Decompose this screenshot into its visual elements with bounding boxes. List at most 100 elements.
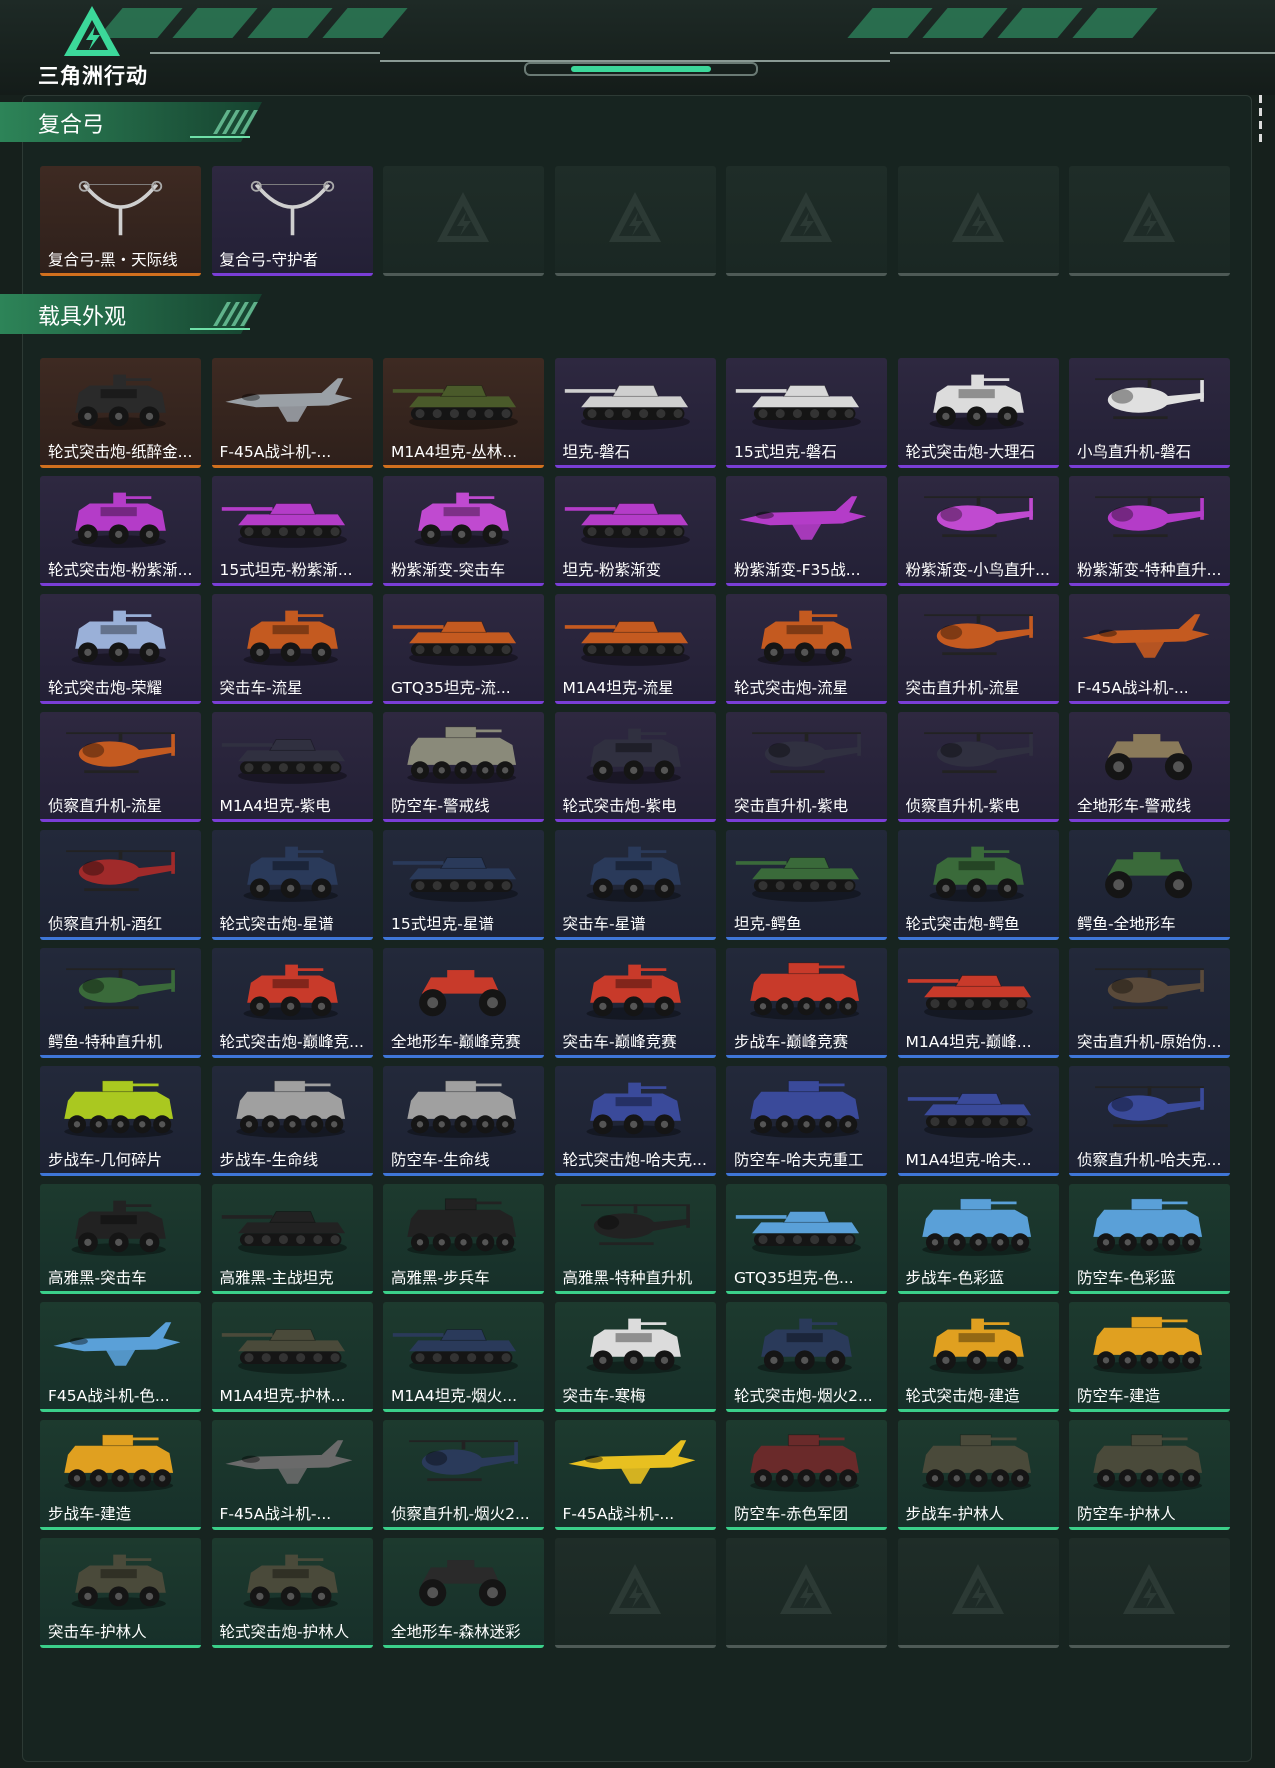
armored-car-icon <box>243 964 338 1020</box>
item-card[interactable]: 防空车-警戒线 <box>383 712 544 822</box>
item-card[interactable]: 坦克-磐石 <box>554 358 716 468</box>
item-card[interactable]: 防空车-建造 <box>1069 1302 1230 1412</box>
tank-icon <box>392 385 518 430</box>
item-card[interactable]: F45A战斗机-色... <box>40 1302 201 1412</box>
app-title: 三角洲行动 <box>38 64 148 88</box>
item-card[interactable]: 防空车-赤色军团 <box>726 1420 887 1530</box>
item-card[interactable]: 高雅黑-特种直升机 <box>554 1184 716 1294</box>
apc-icon <box>1093 1316 1203 1374</box>
item-card[interactable]: F-45A战斗机-... <box>1069 594 1230 704</box>
item-card[interactable]: M1A4坦克-烟火... <box>383 1302 544 1412</box>
item-name: 突击直升机-流星 <box>905 679 1020 697</box>
item-card[interactable]: 轮式突击炮-哈夫克... <box>554 1066 716 1176</box>
item-card[interactable]: 全地形车-森林迷彩 <box>383 1538 544 1648</box>
item-card[interactable]: 突击直升机-原始伪... <box>1069 948 1230 1058</box>
item-card[interactable]: M1A4坦克-流星 <box>554 594 716 704</box>
apc-icon <box>64 1434 174 1492</box>
item-card[interactable]: 轮式突击炮-护林人 <box>211 1538 373 1648</box>
item-card[interactable]: 粉紫渐变-小鸟直升... <box>897 476 1059 586</box>
item-card[interactable]: M1A4坦克-巅峰... <box>897 948 1059 1058</box>
item-card[interactable]: 坦克-粉紫渐变 <box>554 476 716 586</box>
item-card[interactable]: 粉紫渐变-F35战... <box>726 476 887 586</box>
item-card[interactable]: 突击直升机-紫电 <box>726 712 887 822</box>
item-card[interactable]: 突击车-星谱 <box>554 830 716 940</box>
item-card[interactable]: F-45A战斗机-... <box>554 1420 716 1530</box>
item-card[interactable]: 鳄鱼-特种直升机 <box>40 948 201 1058</box>
item-card[interactable]: F-45A战斗机-... <box>211 1420 373 1530</box>
item-card[interactable]: 步战车-护林人 <box>897 1420 1059 1530</box>
item-card[interactable]: 轮式突击炮-星谱 <box>211 830 373 940</box>
item-card[interactable]: 侦察直升机-哈夫克... <box>1069 1066 1230 1176</box>
item-card[interactable]: 轮式突击炮-流星 <box>726 594 887 704</box>
item-card[interactable]: 步战车-几何碎片 <box>40 1066 201 1176</box>
item-card[interactable]: 轮式突击炮-大理石 <box>897 358 1059 468</box>
item-card[interactable]: 突击车-护林人 <box>40 1538 201 1648</box>
item-card[interactable]: GTQ35坦克-色... <box>726 1184 887 1294</box>
item-card[interactable]: M1A4坦克-哈夫... <box>897 1066 1059 1176</box>
item-card[interactable]: 侦察直升机-烟火2... <box>383 1420 544 1530</box>
item-card[interactable]: 15式坦克-磐石 <box>726 358 887 468</box>
helicopter-icon <box>66 968 175 1010</box>
apc-icon <box>407 1198 517 1256</box>
item-card[interactable]: 防空车-护林人 <box>1069 1420 1230 1530</box>
app-logo[interactable]: 三角洲行动 <box>38 4 188 90</box>
item-card[interactable]: 小鸟直升机-磐石 <box>1069 358 1230 468</box>
item-card[interactable]: 轮式突击炮-荣耀 <box>40 594 201 704</box>
item-name: 突击直升机-原始伪... <box>1077 1033 1222 1051</box>
item-card[interactable]: 复合弓-守护者 <box>211 166 373 276</box>
item-card[interactable]: 轮式突击炮-紫电 <box>554 712 716 822</box>
item-card[interactable]: 步战车-巅峰竞赛 <box>726 948 887 1058</box>
item-card[interactable]: M1A4坦克-护林... <box>211 1302 373 1412</box>
item-card[interactable]: 复合弓-黑・天际线 <box>40 166 201 276</box>
item-card[interactable]: 突击车-流星 <box>211 594 373 704</box>
item-card[interactable]: 全地形车-警戒线 <box>1069 712 1230 822</box>
item-card[interactable]: 防空车-哈夫克重工 <box>726 1066 887 1176</box>
item-card[interactable]: F-45A战斗机-... <box>211 358 373 468</box>
item-card[interactable]: 防空车-生命线 <box>383 1066 544 1176</box>
item-card[interactable]: 全地形车-巅峰竞赛 <box>383 948 544 1058</box>
header-line <box>890 52 1275 54</box>
item-card[interactable]: 轮式突击炮-烟火2... <box>726 1302 887 1412</box>
item-name: 粉紫渐变-小鸟直升... <box>905 561 1050 579</box>
item-card[interactable]: 突击直升机-流星 <box>897 594 1059 704</box>
item-card[interactable]: 步战车-建造 <box>40 1420 201 1530</box>
item-card[interactable]: 坦克-鳄鱼 <box>726 830 887 940</box>
item-card[interactable]: 鳄鱼-全地形车 <box>1069 830 1230 940</box>
empty-slot-icon <box>437 192 489 242</box>
item-name: 鳄鱼-全地形车 <box>1077 915 1176 933</box>
item-card[interactable]: 轮式突击炮-建造 <box>897 1302 1059 1412</box>
tank-icon <box>735 1211 861 1256</box>
scrollbar[interactable] <box>1259 95 1263 155</box>
item-card[interactable]: M1A4坦克-紫电 <box>211 712 373 822</box>
page-indicator <box>524 62 758 76</box>
item-card[interactable]: 轮式突击炮-巅峰竞... <box>211 948 373 1058</box>
item-card[interactable]: 突击车-巅峰竞赛 <box>554 948 716 1058</box>
helicopter-icon <box>66 732 175 774</box>
item-name: 轮式突击炮-建造 <box>905 1387 1020 1405</box>
item-card[interactable]: 防空车-色彩蓝 <box>1069 1184 1230 1294</box>
item-card[interactable]: 侦察直升机-酒红 <box>40 830 201 940</box>
item-card[interactable]: 15式坦克-粉紫渐... <box>211 476 373 586</box>
item-card[interactable]: 15式坦克-星谱 <box>383 830 544 940</box>
item-card[interactable]: M1A4坦克-丛林... <box>383 358 544 468</box>
empty-slot <box>897 166 1059 276</box>
item-card[interactable]: 突击车-寒梅 <box>554 1302 716 1412</box>
item-card[interactable]: 高雅黑-主战坦克 <box>211 1184 373 1294</box>
item-card[interactable]: 轮式突击炮-纸醉金... <box>40 358 201 468</box>
item-card[interactable]: GTQ35坦克-流... <box>383 594 544 704</box>
tank-icon <box>392 621 518 666</box>
delta-triangle-icon <box>64 6 120 56</box>
item-card[interactable]: 高雅黑-突击车 <box>40 1184 201 1294</box>
item-card[interactable]: 高雅黑-步兵车 <box>383 1184 544 1294</box>
item-card[interactable]: 粉紫渐变-特种直升... <box>1069 476 1230 586</box>
item-card[interactable]: 步战车-色彩蓝 <box>897 1184 1059 1294</box>
item-card[interactable]: 轮式突击炮-鳄鱼 <box>897 830 1059 940</box>
item-name: 15式坦克-粉紫渐... <box>219 561 353 579</box>
item-card[interactable]: 轮式突击炮-粉紫渐... <box>40 476 201 586</box>
helicopter-icon <box>923 732 1033 774</box>
item-card[interactable]: 步战车-生命线 <box>211 1066 373 1176</box>
apc-icon <box>407 1080 517 1138</box>
item-card[interactable]: 粉紫渐变-突击车 <box>383 476 544 586</box>
item-card[interactable]: 侦察直升机-紫电 <box>897 712 1059 822</box>
item-card[interactable]: 侦察直升机-流星 <box>40 712 201 822</box>
